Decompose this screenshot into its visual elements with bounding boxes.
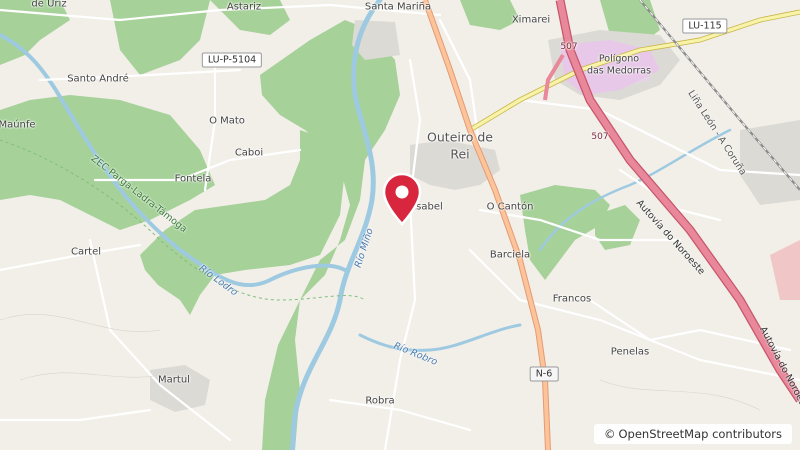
place-label-francos: Francos <box>552 293 592 305</box>
copyright-symbol: © <box>603 427 616 441</box>
attribution-link[interactable]: © OpenStreetMap contributors <box>593 424 792 444</box>
place-label-o-canton: O Cantón <box>486 201 534 213</box>
place-label-o-mato: O Mato <box>209 115 245 127</box>
place-label-barciela: Barciela <box>489 249 531 261</box>
place-label-uriz: de Uriz <box>31 0 67 10</box>
place-label-astariz: Astariz <box>226 1 262 13</box>
road-number-507-b: 507 <box>591 132 609 142</box>
location-marker[interactable] <box>382 172 422 228</box>
place-label-santo-andre: Santo André <box>67 73 129 85</box>
place-label-santa-marina: Santa Mariña <box>364 1 432 13</box>
place-label-ximarei: Ximarei <box>511 14 551 26</box>
place-label-cartel: Cartel <box>70 246 102 258</box>
place-label-fontela: Fontela <box>174 173 212 185</box>
map-canvas[interactable]: de Uriz Astariz Santa Mariña Ximarei San… <box>0 0 800 450</box>
place-label-penelas: Penelas <box>610 346 650 358</box>
road-shield-lu-p-5104: LU-P-5104 <box>201 52 263 68</box>
place-label-outeiro: Outeiro de <box>427 129 493 145</box>
road-shield-n6: N-6 <box>529 366 559 382</box>
place-label-caboi: Caboi <box>234 147 264 159</box>
place-label-martul: Martul <box>158 374 190 386</box>
road-number-507-a: 507 <box>560 42 578 52</box>
map-pin-icon <box>382 172 422 226</box>
place-label-medorras: das Medorras <box>586 65 652 77</box>
place-label-rei: Rei <box>450 146 470 162</box>
place-label-maunfe: Maúnfe <box>0 119 36 131</box>
place-label-robra: Robra <box>365 395 395 407</box>
attribution-text: OpenStreetMap contributors <box>618 427 782 441</box>
place-label-poligono: Polígono <box>598 53 640 65</box>
road-shield-lu-115: LU-115 <box>682 18 728 34</box>
